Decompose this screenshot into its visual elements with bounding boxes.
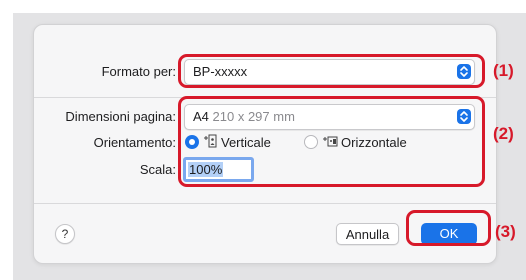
scale-label: Scala: [139, 162, 176, 177]
page-size-label: Dimensioni pagina: [65, 109, 176, 124]
callout-number-2: (2) [493, 124, 514, 143]
paper-format-label: Formato per: [101, 64, 176, 79]
callout-box-2 [178, 96, 485, 187]
divider-bottom [34, 203, 496, 204]
callout-number-1: (1) [493, 61, 514, 80]
orientation-label: Orientamento: [93, 135, 176, 150]
help-button[interactable]: ? [55, 224, 75, 244]
callout-box-3 [406, 210, 491, 246]
callout-number-3: (3) [495, 222, 516, 241]
callout-box-1 [178, 54, 485, 88]
cancel-button[interactable]: Annulla [336, 223, 399, 245]
